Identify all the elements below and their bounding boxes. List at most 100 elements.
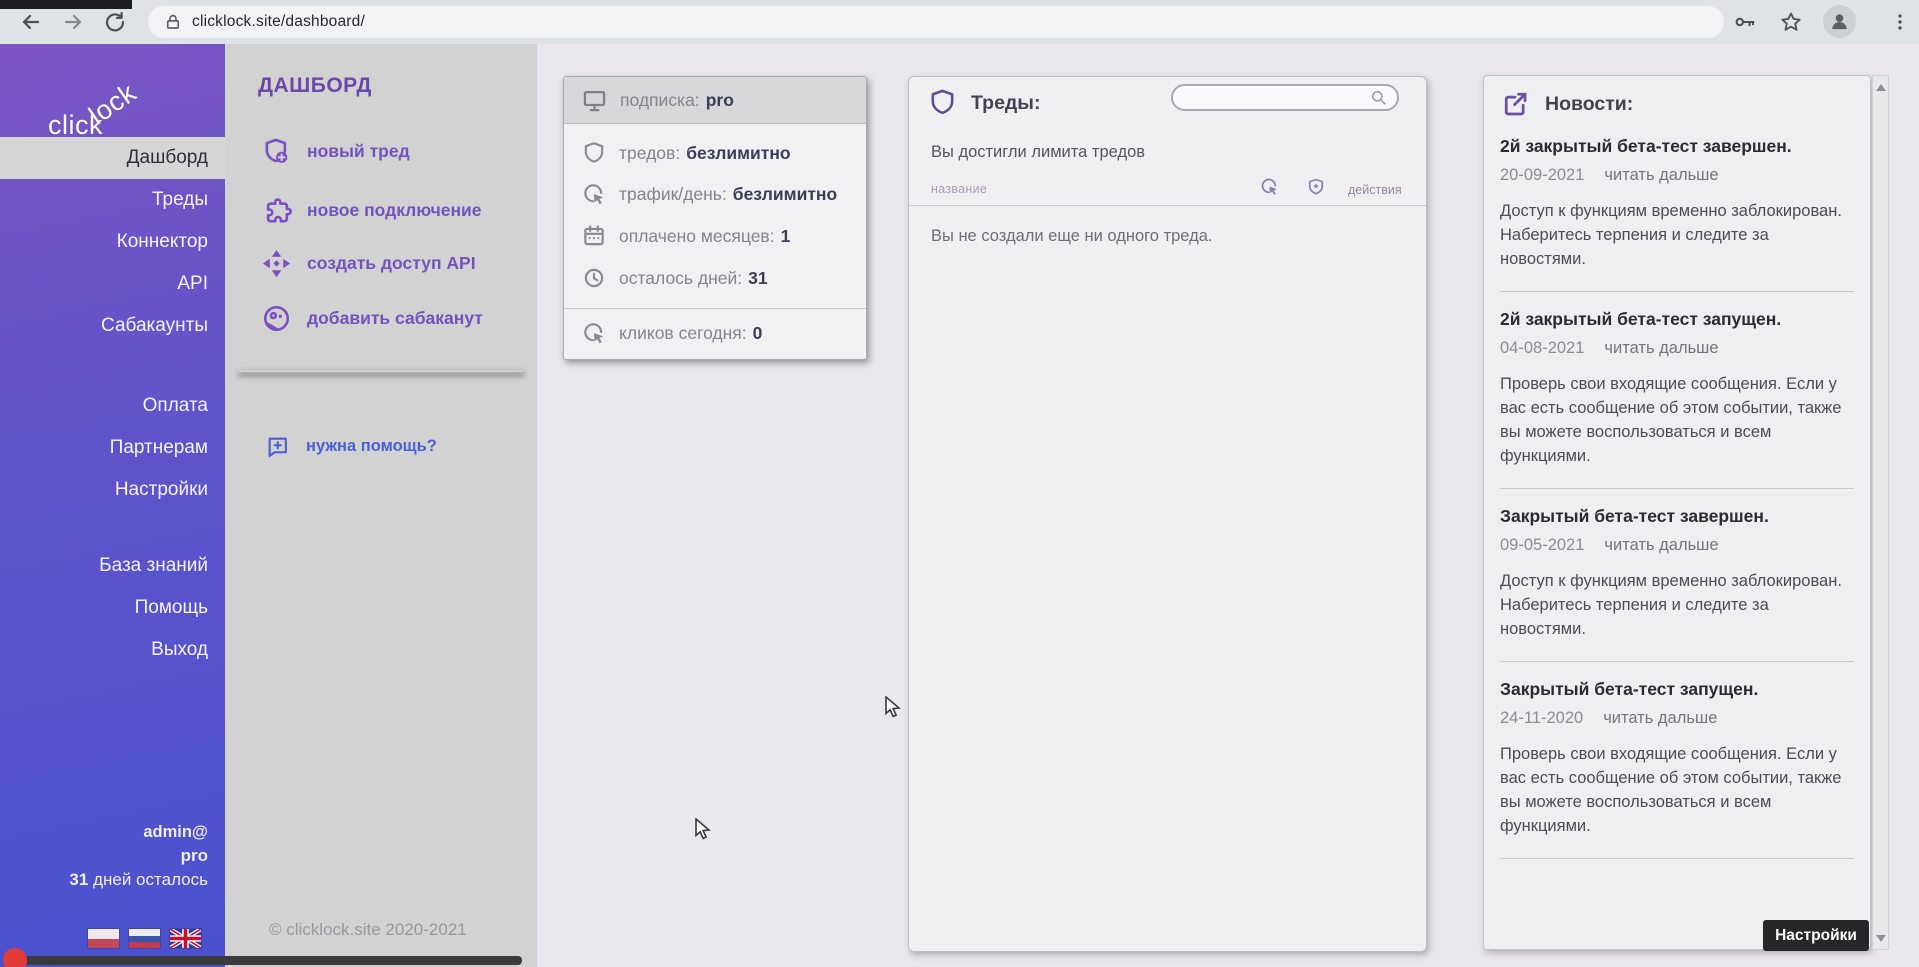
create-api-access-label: создать доступ API: [307, 253, 476, 274]
puzzle-icon: [261, 195, 292, 226]
news-item-body: Доступ к функциям временно заблокирован.…: [1500, 569, 1854, 641]
click-icon: [581, 181, 607, 207]
message-plus-icon: [265, 434, 290, 459]
sidebar-item-logout[interactable]: Выход: [0, 629, 225, 671]
new-thread-label: новый тред: [307, 141, 410, 162]
days-left-row: осталось дней: 31: [581, 262, 768, 294]
news-item: 2й закрытый бета-тест завершен. 20-09-20…: [1500, 119, 1854, 292]
copyright: © clicklock.site 2020-2021: [269, 920, 467, 940]
profile-avatar[interactable]: [1823, 5, 1856, 38]
search-icon: [1369, 88, 1388, 107]
read-more-link[interactable]: читать дальше: [1604, 536, 1718, 554]
row-value: безлимитно: [686, 143, 790, 164]
sidebar-item-payment[interactable]: Оплата: [0, 385, 225, 427]
calendar-icon: [581, 223, 607, 249]
threads-search-input[interactable]: [1171, 84, 1399, 111]
sidebar-nav-account: Оплата Партнерам Настройки: [0, 385, 225, 511]
new-connection-button[interactable]: новое подключение: [261, 193, 482, 227]
news-item-date: 09-05-2021: [1500, 536, 1584, 554]
sidebar-item-threads[interactable]: Треды: [0, 179, 225, 221]
new-thread-button[interactable]: новый тред: [261, 134, 410, 168]
back-icon[interactable]: [19, 10, 43, 34]
browser-menu-icon[interactable]: [1889, 11, 1911, 33]
key-icon[interactable]: [1733, 10, 1757, 34]
forward-icon[interactable]: [61, 10, 85, 34]
reload-icon[interactable]: [103, 10, 127, 34]
poland-flag-icon[interactable]: [87, 928, 120, 949]
news-item: Закрытый бета-тест завершен. 09-05-2021 ч…: [1500, 489, 1854, 662]
column-name-label: название: [931, 182, 987, 196]
shield-icon: [927, 87, 958, 118]
sidebar-item-subaccounts[interactable]: Сабакаунты: [0, 305, 225, 347]
video-progress-bar[interactable]: [25, 956, 522, 965]
scroll-down-button[interactable]: [1873, 930, 1888, 946]
sidebar-item-partners[interactable]: Партнерам: [0, 427, 225, 469]
url-text: clicklock.site/dashboard/: [192, 6, 365, 38]
subscription-header: подписка: pro: [564, 77, 866, 124]
sidebar-item-help[interactable]: Помощь: [0, 587, 225, 629]
chevron-up-icon: [1876, 84, 1886, 91]
language-switcher: [87, 928, 202, 949]
row-value: 1: [781, 226, 791, 247]
lock-icon: [164, 13, 182, 31]
row-label: оплачено месяцев:: [619, 226, 775, 247]
sidebar-item-knowledge-base[interactable]: База знаний: [0, 545, 225, 587]
card-divider: [564, 308, 866, 309]
add-subaccount-button[interactable]: добавить сабаканут: [261, 301, 483, 335]
browser-window: clicklock.site/dashboard/ clicklock Дашб…: [0, 0, 1919, 967]
news-header: Новости:: [1484, 76, 1870, 119]
row-value: 31: [748, 268, 767, 289]
need-help-link[interactable]: нужна помощь?: [265, 434, 437, 459]
api-arrows-icon: [261, 248, 292, 279]
threads-panel: Треды: Вы достигли лимита тредов названи…: [908, 76, 1427, 952]
sidebar-item-dashboard[interactable]: Дашборд: [0, 137, 225, 179]
shield-star-column-icon: [1306, 177, 1326, 197]
shield-plus-icon: [261, 136, 292, 167]
page-title: ДАШБОРД: [258, 74, 372, 98]
person-icon: [1828, 10, 1851, 33]
sidebar: clicklock Дашборд Треды Коннектор API Са…: [0, 44, 225, 967]
section-divider: [239, 370, 523, 372]
row-value: безлимитно: [733, 184, 837, 205]
news-item-title: Закрытый бета-тест завершен.: [1500, 506, 1854, 527]
new-connection-label: новое подключение: [307, 200, 482, 221]
news-item-title: 2й закрытый бета-тест завершен.: [1500, 136, 1854, 157]
sidebar-item-connector[interactable]: Коннектор: [0, 221, 225, 263]
news-panel: Новости: 2й закрытый бета-тест завершен.…: [1483, 75, 1871, 950]
read-more-link[interactable]: читать дальше: [1604, 166, 1718, 184]
news-item-body: Доступ к функциям временно заблокирован.…: [1500, 199, 1854, 271]
scroll-up-button[interactable]: [1873, 79, 1888, 95]
add-subaccount-label: добавить сабаканут: [307, 308, 483, 329]
user-info: admin@ pro 31 дней осталось: [69, 820, 208, 892]
news-item-title: Закрытый бета-тест запущен.: [1500, 679, 1854, 700]
news-item: 2й закрытый бета-тест запущен. 04-08-202…: [1500, 292, 1854, 489]
bookmark-star-icon[interactable]: [1779, 10, 1803, 34]
row-label: тредов:: [619, 143, 680, 164]
read-more-link[interactable]: читать дальше: [1604, 339, 1718, 357]
news-item-date: 20-09-2021: [1500, 166, 1584, 184]
news-item: Закрытый бета-тест запущен. 24-11-2020чи…: [1500, 662, 1854, 859]
threads-title: Треды:: [971, 92, 1040, 115]
create-api-access-button[interactable]: создать доступ API: [261, 246, 476, 280]
user-days-left: 31 дней осталось: [69, 868, 208, 892]
row-label: трафик/день:: [619, 184, 727, 205]
page-scrollbar[interactable]: [1872, 75, 1889, 950]
click-icon: [581, 320, 607, 346]
url-bar[interactable]: clicklock.site/dashboard/: [148, 6, 1724, 38]
clock-icon: [581, 265, 607, 291]
read-more-link[interactable]: читать дальше: [1603, 709, 1717, 727]
russia-flag-icon[interactable]: [128, 928, 161, 949]
uk-flag-icon[interactable]: [169, 928, 202, 949]
video-playhead[interactable]: [3, 948, 27, 967]
sidebar-item-settings[interactable]: Настройки: [0, 469, 225, 511]
news-item-body: Проверь свои входящие сообщения. Если у …: [1500, 742, 1854, 838]
days-left-label: дней осталось: [93, 870, 208, 889]
need-help-label: нужна помощь?: [306, 437, 437, 456]
traffic-limit-row: трафик/день: безлимитно: [581, 178, 837, 210]
browser-toolbar: clicklock.site/dashboard/: [0, 0, 1919, 44]
subscription-card: подписка: pro тредов: безлимитно трафик/…: [563, 76, 867, 360]
shield-icon: [581, 140, 607, 166]
sidebar-item-api[interactable]: API: [0, 263, 225, 305]
dashboard-actions-column: ДАШБОРД новый тред новое подключение соз…: [225, 44, 537, 967]
paid-months-row: оплачено месяцев: 1: [581, 220, 790, 252]
